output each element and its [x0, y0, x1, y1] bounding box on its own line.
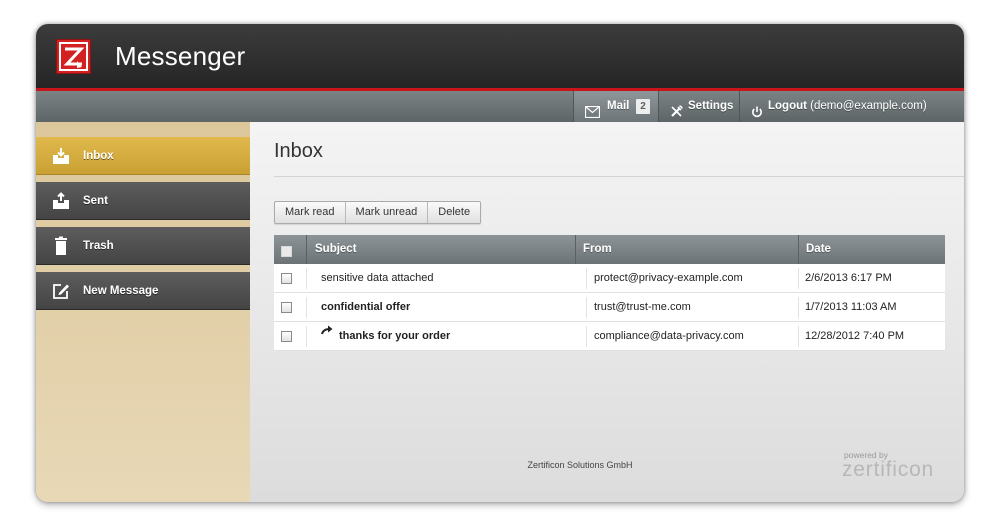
row-date: 12/28/2012 7:40 PM — [805, 330, 905, 342]
logout-label: Logout — [768, 100, 807, 112]
sidebar-item-inbox[interactable]: Inbox — [36, 137, 258, 175]
row-date: 1/7/2013 11:03 AM — [805, 301, 897, 313]
sidebar-item-label: Sent — [83, 195, 108, 207]
nav-mail-label: Mail — [607, 100, 630, 112]
nav-logout[interactable]: Logout (demo@example.com) — [740, 91, 964, 122]
column-from[interactable]: From — [575, 235, 798, 264]
row-checkbox[interactable] — [281, 273, 292, 284]
table-row[interactable]: sensitive data attached protect@privacy-… — [274, 264, 945, 293]
row-checkbox[interactable] — [281, 302, 292, 313]
column-subject[interactable]: Subject — [306, 235, 575, 264]
table-row[interactable]: confidential offer trust@trust-me.com 1/… — [274, 293, 945, 322]
column-date[interactable]: Date — [798, 235, 945, 264]
trash-icon — [51, 236, 71, 256]
footer-company: Zertificon Solutions GmbH — [527, 460, 633, 470]
row-from: compliance@data-privacy.com — [594, 330, 744, 342]
row-checkbox[interactable] — [281, 331, 292, 342]
mail-actions-toolbar: Mark read Mark unread Delete — [274, 201, 482, 224]
sidebar-item-trash[interactable]: Trash — [36, 227, 250, 265]
row-from: protect@privacy-example.com — [594, 272, 743, 284]
sidebar-item-label: Inbox — [83, 150, 114, 162]
sidebar-item-sent[interactable]: Sent — [36, 182, 250, 220]
top-header: Messenger — [36, 24, 964, 88]
page-title: Inbox — [274, 140, 323, 162]
mark-unread-button[interactable]: Mark unread — [346, 202, 429, 223]
logged-in-user: (demo@example.com) — [810, 100, 927, 112]
nav-settings-label: Settings — [688, 100, 734, 112]
sidebar: Inbox Sent Trash New Message — [36, 122, 258, 502]
row-subject: confidential offer — [321, 301, 411, 313]
title-divider — [274, 176, 964, 177]
top-nav: Mail 2 Settings Logout (demo@example.com… — [36, 91, 964, 122]
app-title: Messenger — [115, 41, 246, 71]
delete-button[interactable]: Delete — [428, 202, 480, 223]
main-content: Inbox Mark read Mark unread Delete Subje… — [250, 122, 964, 502]
unread-count-badge: 2 — [636, 99, 650, 114]
row-from: trust@trust-me.com — [594, 301, 691, 313]
compose-icon — [51, 281, 71, 301]
mark-read-button[interactable]: Mark read — [275, 202, 346, 223]
row-subject: thanks for your order — [339, 330, 451, 342]
table-row[interactable]: thanks for your order compliance@data-pr… — [274, 322, 945, 351]
sidebar-item-label: New Message — [83, 285, 159, 297]
nav-mail[interactable]: Mail 2 — [573, 91, 659, 122]
zertificon-logo — [56, 39, 91, 74]
sent-icon — [51, 191, 71, 211]
table-header: Subject From Date — [274, 235, 945, 264]
powered-by-logo: powered by zertificon — [842, 450, 952, 480]
row-date: 2/6/2013 6:17 PM — [805, 272, 892, 284]
reply-arrow-icon — [320, 319, 333, 348]
nav-settings[interactable]: Settings — [659, 91, 740, 122]
sidebar-item-label: Trash — [83, 240, 114, 252]
sidebar-item-new-message[interactable]: New Message — [36, 272, 250, 310]
brand-wordmark: zertificon — [842, 458, 935, 481]
app-window: Messenger Mail 2 Settings Logout (demo@e… — [36, 24, 964, 502]
inbox-icon — [51, 146, 71, 166]
select-all-checkbox[interactable] — [281, 246, 292, 257]
row-subject: sensitive data attached — [321, 272, 434, 284]
